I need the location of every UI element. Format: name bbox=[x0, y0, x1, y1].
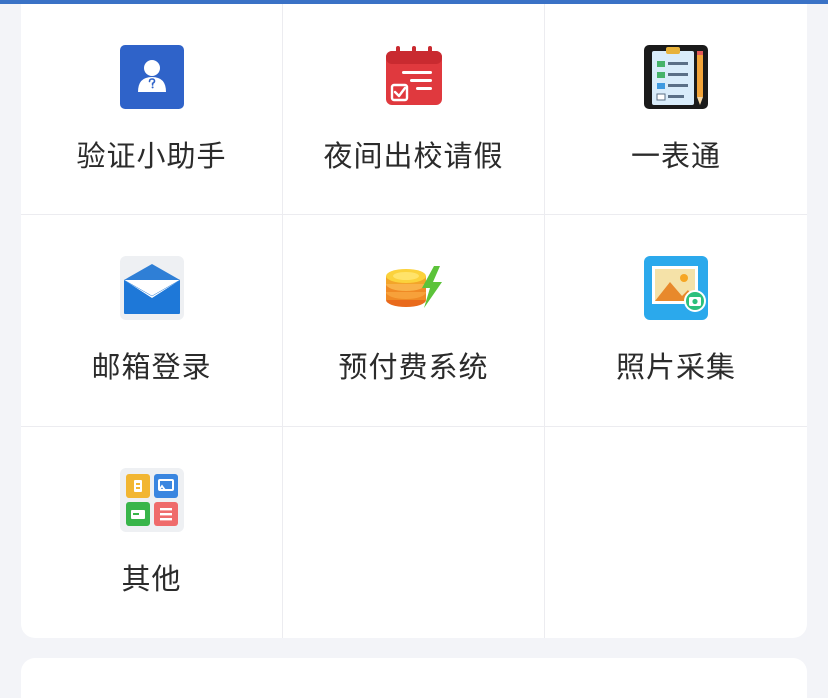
service-label: 验证小助手 bbox=[76, 139, 227, 173]
service-label: 一表通 bbox=[630, 139, 721, 173]
verify-assistant-icon bbox=[119, 45, 184, 109]
service-label: 照片采集 bbox=[615, 350, 736, 384]
service-prepaid[interactable]: 预付费系统 bbox=[283, 215, 545, 427]
photo-capture-icon bbox=[644, 256, 708, 320]
calendar-leave-icon bbox=[382, 45, 446, 109]
service-others[interactable]: 其他 bbox=[21, 427, 283, 638]
empty-cell bbox=[545, 427, 807, 638]
more-apps-icon bbox=[119, 468, 184, 532]
service-one-form[interactable]: 一表通 bbox=[545, 4, 807, 215]
service-photo-capture[interactable]: 照片采集 bbox=[545, 215, 807, 427]
service-label: 夜间出校请假 bbox=[323, 139, 504, 173]
service-verify-assistant[interactable]: 验证小助手 bbox=[21, 4, 283, 215]
prepaid-coins-icon bbox=[382, 256, 446, 320]
service-label: 预付费系统 bbox=[338, 350, 489, 384]
mail-envelope-icon bbox=[119, 256, 184, 320]
service-label: 其他 bbox=[121, 562, 182, 596]
form-clipboard-icon bbox=[644, 45, 708, 109]
next-section-card bbox=[21, 658, 807, 698]
empty-cell bbox=[283, 427, 545, 638]
service-mail-login[interactable]: 邮箱登录 bbox=[21, 215, 283, 427]
services-grid: 验证小助手 夜间出校请假 一表通 邮箱登录 预付费系统 照片采集 其他 bbox=[21, 4, 807, 638]
service-label: 邮箱登录 bbox=[91, 350, 212, 384]
service-night-leave[interactable]: 夜间出校请假 bbox=[283, 4, 545, 215]
